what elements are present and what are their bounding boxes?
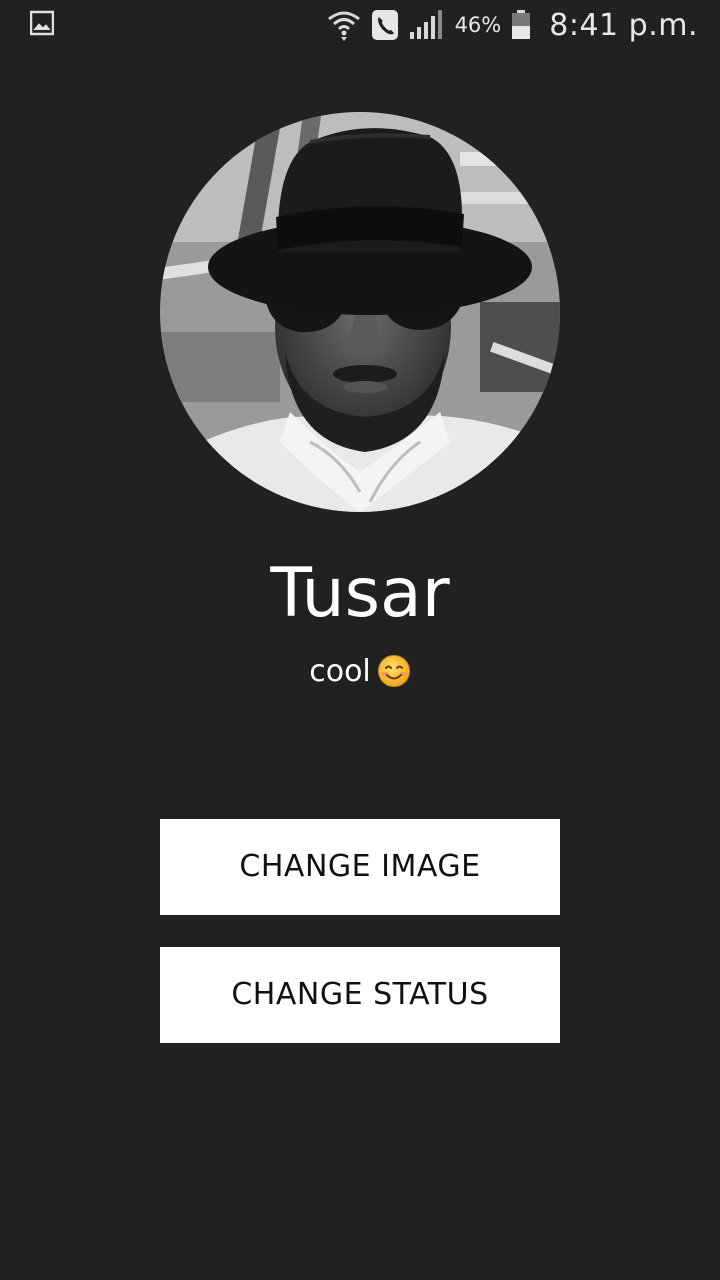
clock: 8:41 p.m. — [549, 7, 698, 43]
change-image-button[interactable]: CHANGE IMAGE — [160, 819, 560, 915]
gallery-image-icon — [30, 10, 54, 36]
signal-bars-icon — [409, 10, 442, 39]
profile-photo[interactable] — [160, 112, 560, 512]
battery-percent: 46% — [454, 13, 502, 37]
phone-call-icon — [371, 10, 398, 40]
wifi-icon — [327, 11, 360, 41]
profile-status: cool — [0, 650, 720, 694]
status-bar: 46% 8:41 p.m. — [0, 0, 720, 50]
profile-screen: 46% 8:41 p.m. Tusar cool CHANGE IMAGE CH… — [0, 0, 720, 1280]
profile-name: Tusar — [270, 554, 450, 633]
battery-icon — [512, 10, 531, 39]
status-text: cool — [309, 654, 371, 689]
smiling-face-emoji-icon — [377, 655, 410, 687]
change-status-button[interactable]: CHANGE STATUS — [160, 947, 560, 1043]
status-icons: 46% 8:41 p.m. — [327, 0, 698, 50]
